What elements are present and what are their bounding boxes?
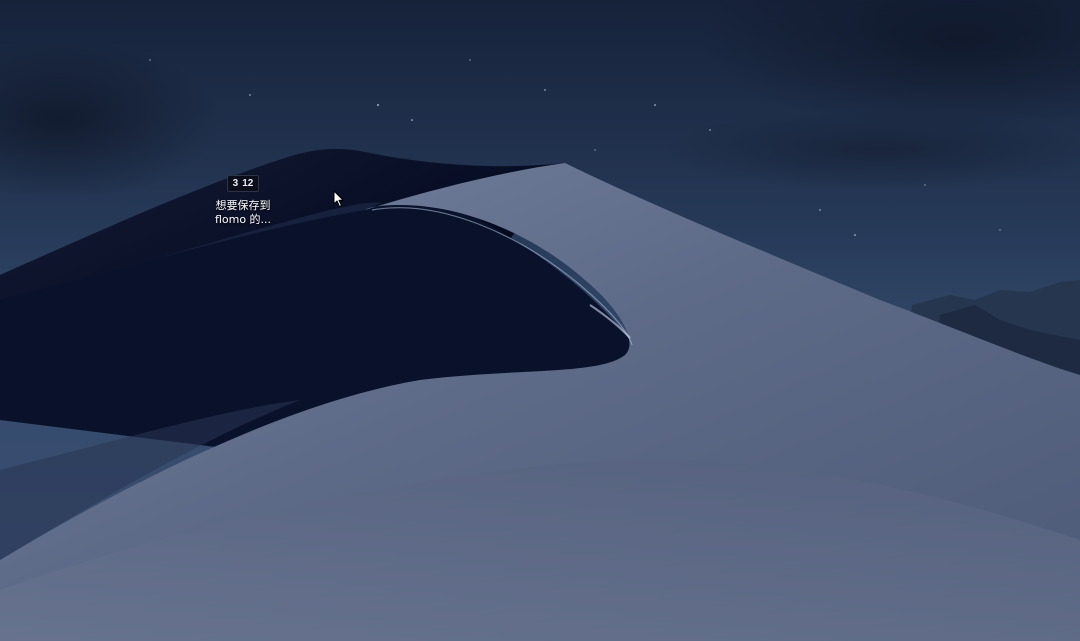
arrow-pointer-icon [333,190,344,207]
desktop-file-label: 想要保存到 flomo 的... [214,199,272,226]
thumbnail-text-right: 12 [242,178,254,189]
desktop[interactable]: 3 12 想要保存到 flomo 的... [0,0,1080,641]
wallpaper [0,0,1080,641]
thumbnail-text-left: 3 [232,178,239,189]
file-thumbnail-icon: 3 12 [226,175,260,192]
desktop-file-icon[interactable]: 3 12 想要保存到 flomo 的... [208,175,278,227]
